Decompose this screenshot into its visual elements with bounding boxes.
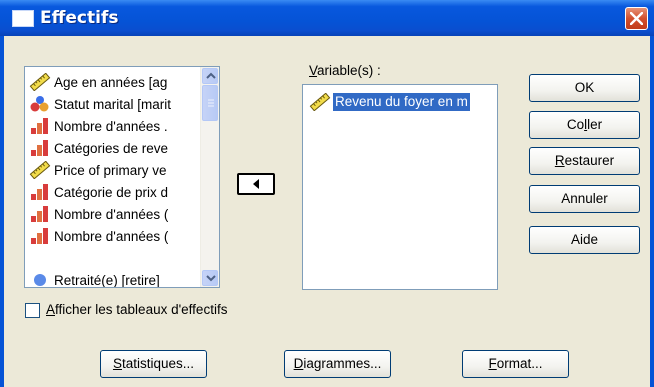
cancel-button-label: Annuler — [561, 191, 608, 206]
charts-button[interactable]: Diagrammes... — [284, 350, 391, 378]
ordinal-bars-icon — [29, 205, 51, 223]
source-variable-list[interactable]: Age en années [ag Statut marital [marit … — [24, 66, 220, 288]
list-item-label: Price of primary ve — [54, 162, 167, 178]
display-tables-checkbox[interactable] — [25, 303, 40, 318]
help-button[interactable]: Aide — [529, 226, 640, 254]
ordinal-bars-icon — [29, 117, 51, 135]
list-item[interactable]: Nombre d'années ( — [29, 225, 199, 247]
ordinal-bars-icon — [29, 227, 51, 245]
variables-label-mnemonic: V — [309, 63, 318, 78]
paste-button[interactable]: Coller — [529, 111, 640, 139]
variables-label: Variable(s) : — [309, 63, 381, 78]
chevron-up-icon — [206, 72, 216, 79]
effectifs-dialog: Effectifs Age en années [ag Statut marit… — [0, 0, 654, 387]
window-border-left — [0, 36, 4, 387]
ordinal-bars-icon — [29, 183, 51, 201]
arrow-left-icon — [253, 179, 259, 189]
scroll-thumb[interactable] — [202, 85, 218, 121]
reset-button[interactable]: Restaurer — [529, 147, 640, 175]
list-item[interactable]: Catégories de reve — [29, 137, 199, 159]
cancel-button[interactable]: Annuler — [529, 185, 640, 213]
variables-label-text: ariable(s) : — [317, 63, 381, 78]
charts-label-post: iagrammes... — [303, 356, 382, 371]
help-button-label: Aide — [570, 232, 599, 247]
list-item-label: Nombre d'années ( — [54, 206, 169, 222]
format-button[interactable]: Format... — [462, 350, 569, 378]
move-variable-button[interactable] — [237, 173, 275, 195]
list-item[interactable]: Nombre d'années ( — [29, 203, 199, 225]
scroll-down-button[interactable] — [202, 270, 218, 286]
statistics-button[interactable]: Statistiques... — [100, 350, 207, 378]
list-item[interactable]: Catégorie de prix d — [29, 181, 199, 203]
window-title: Effectifs — [40, 8, 119, 28]
list-item[interactable]: Statut marital [marit — [29, 93, 199, 115]
list-item-label: Revenu du foyer en m — [333, 93, 470, 111]
ok-button[interactable]: OK — [529, 74, 640, 102]
window-border-right — [650, 36, 654, 387]
format-label-mnemonic: F — [488, 356, 497, 371]
list-item-label: Catégories de reve — [54, 140, 169, 156]
chevron-down-icon — [206, 275, 216, 282]
list-item[interactable]: Nombre d'années . — [29, 115, 199, 137]
nominal-circle-icon — [29, 271, 51, 287]
grip-icon — [208, 99, 214, 107]
display-tables-mnemonic: A — [46, 302, 56, 317]
list-item-label: Retraité(e) [retire] — [54, 272, 160, 288]
list-item[interactable]: Retraité(e) [retire] — [29, 269, 199, 288]
paste-label-post: ler — [587, 117, 603, 132]
ordinal-bars-icon — [29, 139, 51, 157]
list-item[interactable]: Price of primary ve — [29, 159, 199, 181]
scroll-up-button[interactable] — [202, 68, 218, 84]
charts-label-mnemonic: D — [293, 356, 304, 371]
display-tables-text: fficher les tableaux d'effectifs — [55, 302, 228, 317]
target-variable-list[interactable]: Revenu du foyer en m — [302, 84, 498, 290]
scale-ruler-icon — [309, 92, 331, 112]
list-item[interactable]: Age en années [ag — [29, 71, 199, 93]
list-item-label: Nombre d'années . — [54, 118, 168, 134]
format-label-post: ormat... — [496, 356, 543, 371]
statistics-label-post: tatistiques... — [121, 356, 195, 371]
ok-button-label: OK — [574, 80, 595, 95]
nominal-people-icon — [29, 95, 51, 113]
list-item-label: Nombre d'années ( — [54, 228, 169, 244]
list-item-label: Age en années [ag — [54, 74, 168, 90]
reset-label-mnemonic: R — [554, 153, 565, 168]
display-tables-label[interactable]: Afficher les tableaux d'effectifs — [46, 302, 227, 317]
scale-ruler-icon — [29, 160, 51, 180]
title-bar[interactable]: Effectifs — [0, 0, 654, 36]
list-item[interactable]: Revenu du foyer en m — [309, 91, 497, 113]
window-icon — [12, 10, 34, 27]
statistics-label-mnemonic: S — [112, 356, 122, 371]
vertical-scrollbar[interactable] — [200, 67, 219, 287]
close-button[interactable] — [625, 7, 648, 30]
paste-label-pre: Co — [566, 117, 585, 132]
list-item-label: Catégorie de prix d — [54, 184, 169, 200]
reset-label-post: estaurer — [564, 153, 615, 168]
scale-ruler-icon — [29, 72, 51, 92]
list-item-label: Statut marital [marit — [54, 96, 172, 112]
close-icon — [630, 12, 643, 25]
